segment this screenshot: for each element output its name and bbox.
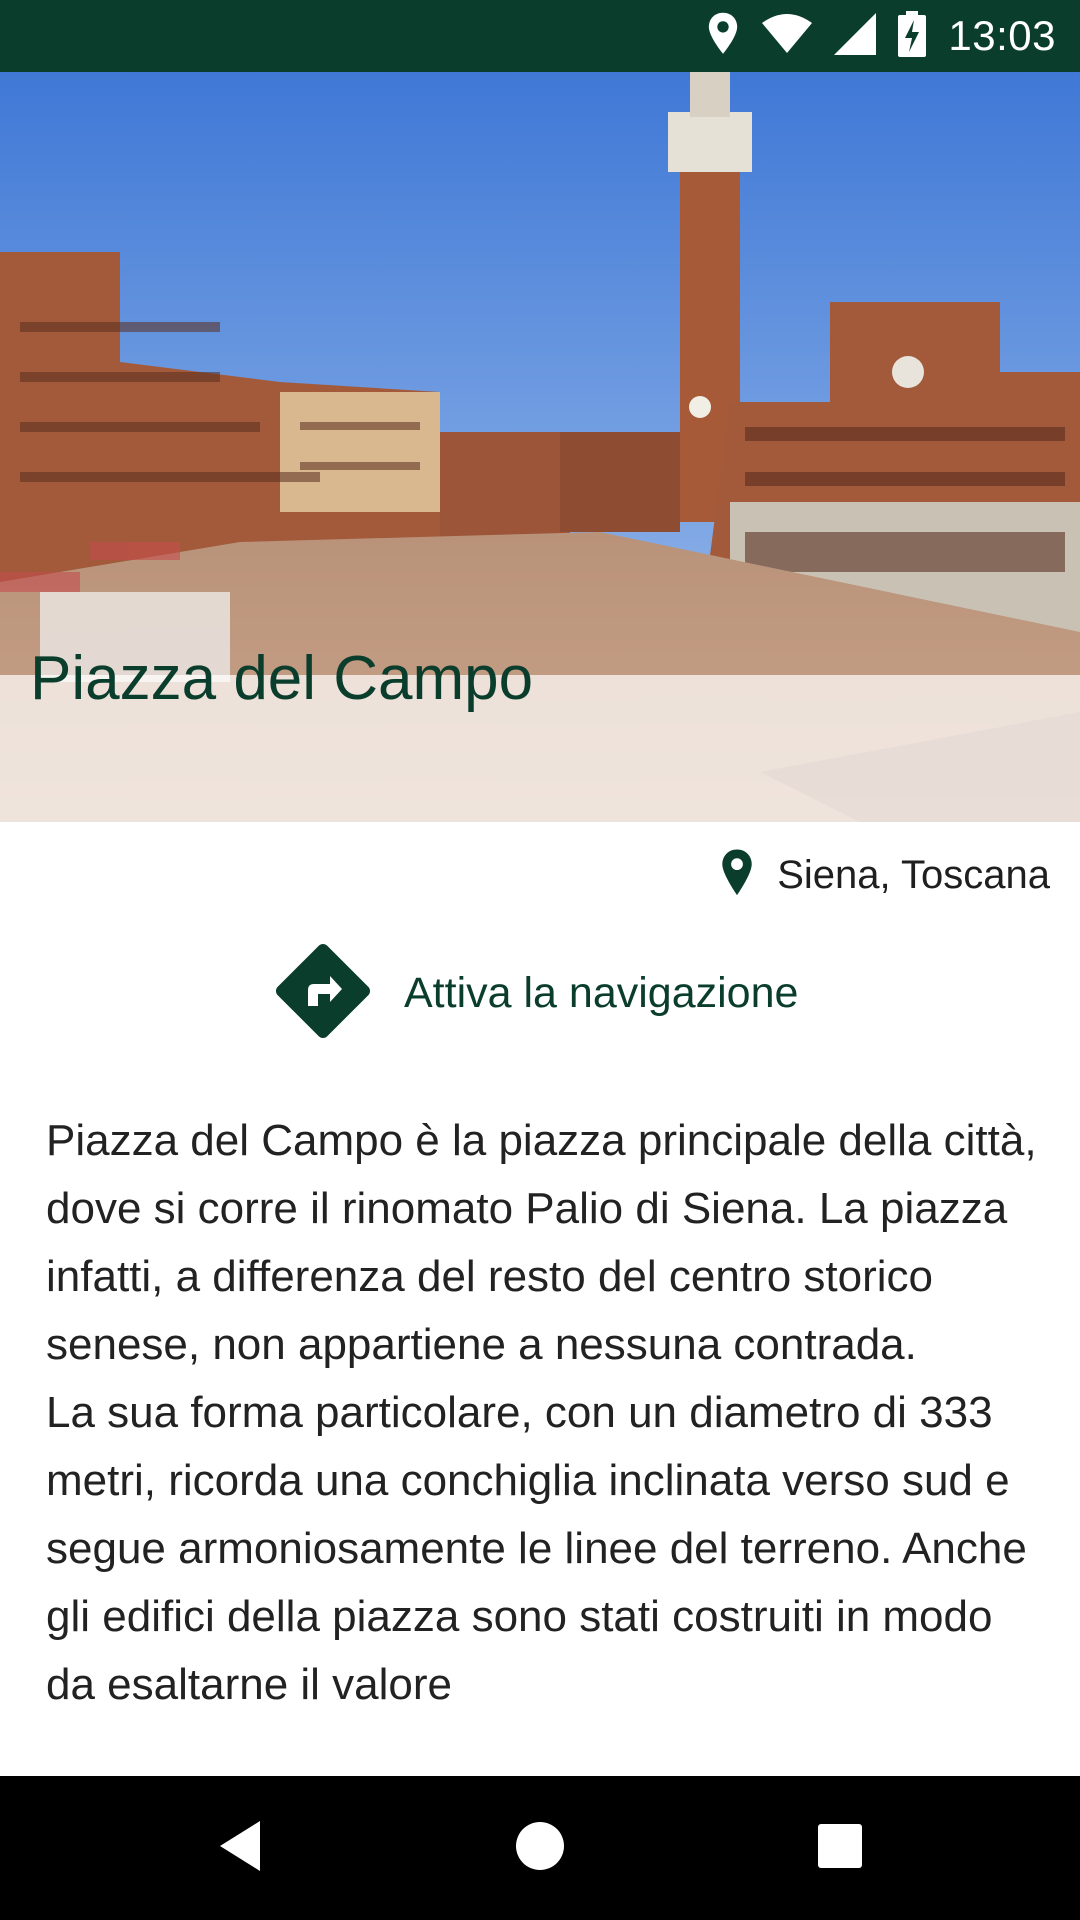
location-icon (706, 11, 740, 62)
back-icon (216, 1819, 264, 1878)
status-icons: 13:03 (706, 0, 1056, 72)
directions-icon (272, 940, 374, 1047)
description-paragraph: La sua forma particolare, con un diametr… (46, 1388, 1027, 1709)
map-pin-icon (719, 848, 755, 903)
start-navigation-button[interactable]: Attiva la navigazione (272, 943, 798, 1043)
wifi-icon (762, 13, 813, 60)
recents-icon (817, 1823, 863, 1874)
recents-button[interactable] (760, 1776, 920, 1920)
status-bar: 13:03 (0, 0, 1080, 72)
location-row: Siena, Toscana (719, 845, 1050, 905)
description-paragraph: Piazza del Campo è la piazza principale … (46, 1116, 1037, 1369)
system-nav-bar (0, 1776, 1080, 1920)
place-title: Piazza del Campo (30, 644, 534, 713)
description: Piazza del Campo è la piazza principale … (46, 1107, 1046, 1719)
status-time: 13:03 (948, 12, 1056, 59)
home-icon (514, 1820, 566, 1877)
battery-charging-icon (898, 10, 927, 62)
cell-signal-icon (834, 12, 877, 60)
location-text: Siena, Toscana (777, 852, 1050, 897)
home-button[interactable] (460, 1776, 620, 1920)
navigation-label: Attiva la navigazione (404, 968, 799, 1017)
back-button[interactable] (160, 1776, 320, 1920)
